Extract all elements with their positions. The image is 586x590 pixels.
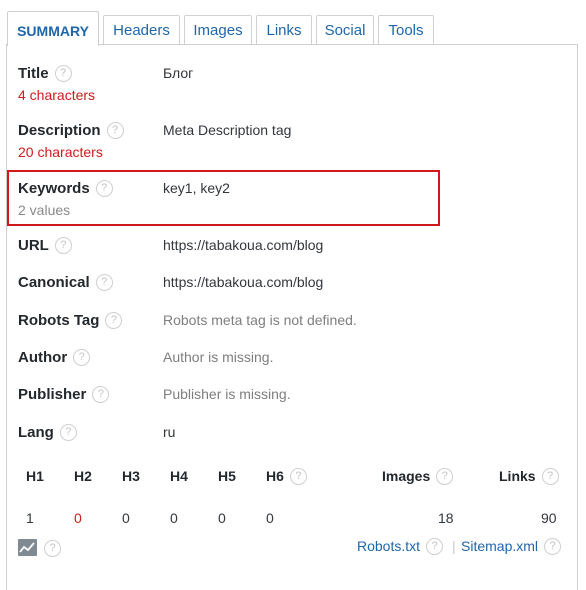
images-count: 18: [438, 510, 454, 526]
help-icon[interactable]: ?: [436, 467, 454, 485]
line-chart-icon[interactable]: [18, 539, 37, 556]
h6-header: H6?: [266, 467, 307, 486]
help-icon[interactable]: ?: [426, 537, 444, 555]
h5-header: H5: [218, 468, 236, 484]
help-icon[interactable]: ?: [289, 467, 307, 485]
keywords-highlight-box: [7, 170, 440, 226]
h1-header: H1: [26, 468, 44, 484]
link-separator: |: [452, 538, 456, 554]
h3-header: H3: [122, 468, 140, 484]
h4-header: H4: [170, 468, 188, 484]
h2-header: H2: [74, 468, 92, 484]
sitemap-xml-link[interactable]: Sitemap.xml?: [461, 537, 562, 556]
images-header: Images?: [382, 467, 454, 486]
h4-count: 0: [170, 510, 178, 526]
h1-count: 1: [26, 510, 34, 526]
h2-count: 0: [74, 510, 82, 526]
h5-count: 0: [218, 510, 226, 526]
tab-summary[interactable]: SUMMARY: [7, 11, 99, 46]
h3-count: 0: [122, 510, 130, 526]
help-icon[interactable]: ?: [44, 540, 61, 557]
links-header: Links?: [499, 467, 559, 486]
heading-counts-table: H1 H2 H3 H4 H5 H6? Images? Links? 1 0 0 …: [0, 0, 586, 590]
robots-txt-link[interactable]: Robots.txt?: [357, 537, 444, 556]
help-icon[interactable]: ?: [541, 467, 559, 485]
help-icon[interactable]: ?: [544, 537, 562, 555]
links-count: 90: [541, 510, 557, 526]
h6-count: 0: [266, 510, 274, 526]
